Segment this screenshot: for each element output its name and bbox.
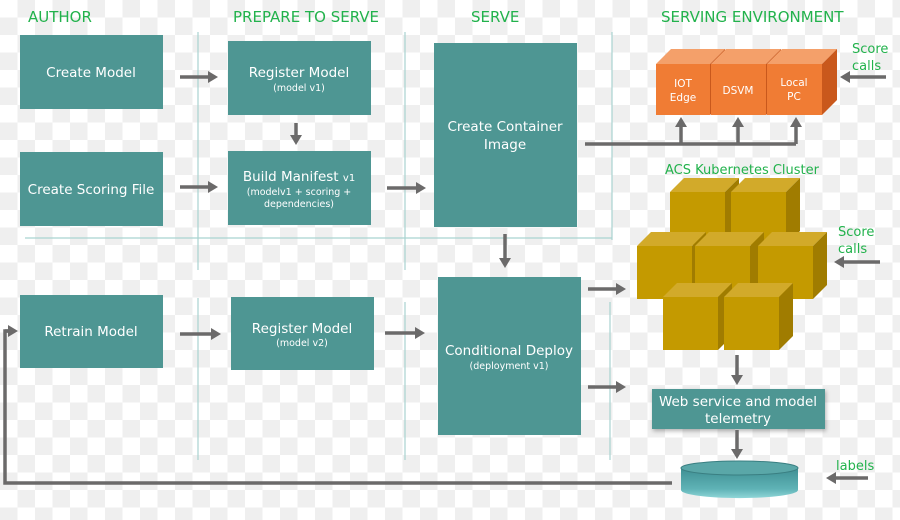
- local-pc-target: Local PC: [767, 49, 837, 115]
- create-model-box: Create Model: [20, 35, 163, 109]
- svg-text:Register Model: Register Model: [252, 321, 352, 337]
- svg-text:dependencies): dependencies): [264, 199, 334, 210]
- score-calls-label-top: Score calls: [852, 42, 888, 74]
- cluster-node-cube: [663, 283, 732, 350]
- arrow: [5, 325, 18, 337]
- arrow: [732, 117, 744, 144]
- svg-text:Image: Image: [484, 137, 526, 153]
- arrow: [731, 430, 743, 459]
- ml-deployment-diagram: AUTHOR PREPARE TO SERVE SERVE SERVING EN…: [3, 8, 888, 499]
- svg-text:calls: calls: [838, 242, 867, 257]
- conditional-deploy-box: Conditional Deploy (deployment v1): [438, 277, 581, 435]
- labels-label: labels: [836, 459, 874, 474]
- svg-text:PC: PC: [787, 91, 801, 103]
- database-icon: [680, 460, 799, 499]
- arrow: [387, 182, 426, 194]
- svg-text:(model v1): (model v1): [273, 83, 325, 94]
- header-serving-environment: SERVING ENVIRONMENT: [661, 8, 844, 26]
- register-model-v2-box: Register Model (model v2): [231, 297, 374, 370]
- cluster-node-cube: [724, 283, 793, 350]
- arrow: [588, 283, 626, 295]
- svg-text:Create Container: Create Container: [447, 119, 563, 135]
- arrow: [499, 234, 511, 268]
- arrow: [180, 181, 218, 193]
- arrow: [675, 117, 687, 144]
- svg-text:Score: Score: [852, 42, 888, 57]
- svg-text:Retrain Model: Retrain Model: [44, 324, 137, 340]
- arrow: [588, 381, 626, 393]
- header-prepare-to-serve: PREPARE TO SERVE: [233, 8, 379, 26]
- svg-text:(modelv1 + scoring +: (modelv1 + scoring +: [247, 187, 352, 198]
- retrain-model-box: Retrain Model: [20, 295, 163, 368]
- svg-text:calls: calls: [852, 59, 881, 74]
- arrow: [180, 328, 221, 340]
- svg-text:Conditional Deploy: Conditional Deploy: [445, 343, 573, 359]
- svg-text:telemetry: telemetry: [705, 411, 771, 427]
- register-model-v1-box: Register Model (model v1): [228, 41, 371, 115]
- svg-text:Create Scoring File: Create Scoring File: [28, 182, 155, 198]
- create-scoring-file-box: Create Scoring File: [20, 152, 163, 226]
- arrow: [290, 123, 302, 145]
- arrow: [834, 256, 880, 268]
- svg-text:IOT: IOT: [674, 78, 692, 90]
- kubernetes-cluster: [637, 178, 827, 350]
- svg-text:Web service and model: Web service and model: [659, 394, 817, 410]
- svg-text:Create Model: Create Model: [46, 65, 136, 81]
- svg-text:(model v2): (model v2): [276, 338, 328, 349]
- svg-text:Local: Local: [780, 77, 807, 89]
- svg-text:Edge: Edge: [670, 92, 696, 104]
- svg-text:DSVM: DSVM: [723, 85, 754, 97]
- header-serve: SERVE: [471, 8, 519, 26]
- svg-text:(deployment v1): (deployment v1): [470, 361, 549, 372]
- arrow: [790, 117, 802, 144]
- arrow: [731, 355, 743, 385]
- svg-text:Build Manifest v1: Build Manifest v1: [243, 169, 355, 185]
- arrow: [180, 71, 218, 83]
- telemetry-box: Web service and model telemetry: [652, 389, 825, 429]
- create-container-image-box: Create Container Image: [434, 43, 577, 227]
- svg-text:Register Model: Register Model: [249, 65, 349, 81]
- score-calls-label-cluster: Score calls: [838, 225, 874, 257]
- build-manifest-box: Build Manifest v1 (modelv1 + scoring + d…: [228, 151, 371, 225]
- cluster-label: ACS Kubernetes Cluster: [665, 163, 820, 178]
- svg-text:Score: Score: [838, 225, 874, 240]
- header-author: AUTHOR: [28, 8, 92, 26]
